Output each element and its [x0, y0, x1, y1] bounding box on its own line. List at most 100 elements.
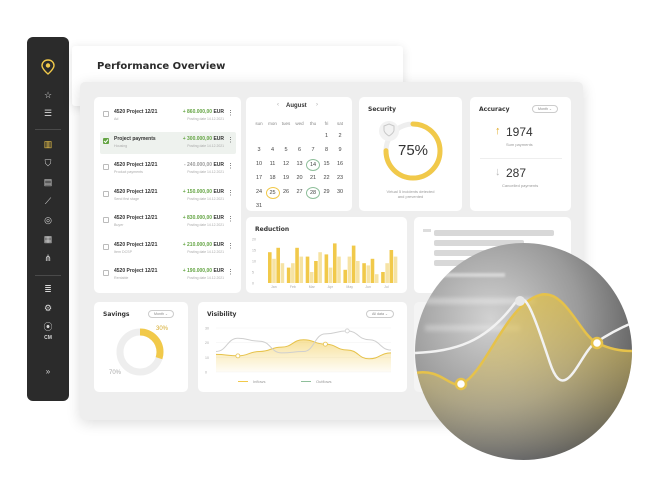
- calendar-day[interactable]: 5: [279, 145, 293, 155]
- book-icon[interactable]: ▥: [27, 139, 69, 149]
- calendar-day[interactable]: 15: [320, 159, 334, 169]
- row-checkbox[interactable]: [103, 190, 109, 197]
- bar: [272, 258, 276, 283]
- calculator-icon[interactable]: ▦: [27, 234, 69, 244]
- savings-filter-select[interactable]: Month ⌄: [148, 310, 175, 318]
- calendar-day[interactable]: 1: [320, 131, 334, 141]
- more-menu-icon[interactable]: ⋮: [227, 189, 234, 197]
- user-initials[interactable]: CM: [27, 333, 69, 343]
- security-note-line2: and prevented: [397, 194, 424, 199]
- more-menu-icon[interactable]: ⋮: [227, 162, 234, 170]
- calendar-day[interactable]: 3: [252, 145, 266, 155]
- project-row[interactable]: 4520 Project 12/21 Ad + 860.000,00 EUR Post…: [100, 105, 236, 127]
- row-checkbox[interactable]: [103, 111, 109, 117]
- calendar-day[interactable]: 22: [320, 173, 334, 183]
- amount-value: 860.000,00: [187, 109, 213, 115]
- project-amount: + 830.000,00 EUR: [183, 215, 224, 221]
- calendar-day[interactable]: 21: [306, 173, 320, 183]
- document-icon[interactable]: ▤: [27, 177, 69, 187]
- amount-value: 150.000,00: [187, 188, 213, 195]
- calendar-day[interactable]: 6: [293, 145, 307, 155]
- cancelled-payments-value: 287: [506, 166, 527, 180]
- database-icon[interactable]: ≣: [27, 284, 69, 294]
- project-row[interactable]: 4520 Project 12/21 Send first stage + 150.…: [100, 185, 236, 207]
- y-tick-label: 20: [252, 238, 256, 242]
- more-menu-icon[interactable]: ⋮: [227, 136, 234, 144]
- weekday-label: tues: [281, 121, 291, 126]
- bar: [276, 247, 280, 283]
- calendar-day[interactable]: 2: [333, 131, 347, 141]
- bar: [318, 252, 322, 283]
- calendar-day[interactable]: 4: [266, 145, 280, 155]
- calendar-day[interactable]: 13: [293, 159, 307, 169]
- security-percent: 75%: [397, 142, 429, 159]
- list-icon[interactable]: ☰: [27, 108, 69, 118]
- location-icon[interactable]: ⦿: [27, 322, 69, 332]
- expand-sidebar-button[interactable]: »: [27, 367, 69, 377]
- bar: [343, 269, 348, 283]
- calendar-day[interactable]: 11: [266, 159, 280, 169]
- calendar-day[interactable]: 12: [279, 159, 293, 169]
- calendar-day[interactable]: 31: [252, 201, 266, 211]
- amount-sign: +: [182, 268, 186, 274]
- calendar-day[interactable]: 28: [306, 187, 320, 199]
- accuracy-filter-select[interactable]: Month ⌄: [532, 105, 559, 113]
- calendar-day[interactable]: 20: [293, 173, 307, 183]
- more-menu-icon[interactable]: ⋮: [227, 215, 234, 223]
- calendar-day[interactable]: 9: [333, 145, 347, 155]
- row-checkbox[interactable]: [103, 164, 109, 170]
- calendar-day[interactable]: 7: [306, 145, 320, 155]
- calendar-day[interactable]: 30: [333, 187, 347, 197]
- calendar-day[interactable]: 24: [252, 187, 266, 197]
- coins-icon[interactable]: ◎: [27, 215, 69, 225]
- more-menu-icon[interactable]: ⋮: [227, 242, 234, 250]
- gear-icon[interactable]: ⚙: [27, 303, 69, 313]
- calendar-day[interactable]: 10: [252, 159, 266, 169]
- x-tick-label: May: [346, 285, 353, 289]
- x-tick-label: Jul: [384, 285, 389, 289]
- bar: [374, 274, 379, 283]
- more-menu-icon[interactable]: ⋮: [227, 109, 234, 117]
- row-checkbox[interactable]: [103, 217, 109, 223]
- calendar-day[interactable]: 25: [265, 187, 280, 199]
- amount-currency: EUR: [213, 241, 224, 248]
- calendar-day[interactable]: 8: [320, 145, 334, 155]
- calendar-day[interactable]: 16: [333, 159, 347, 169]
- row-checkbox[interactable]: [103, 270, 109, 276]
- calendar-day[interactable]: 29: [320, 187, 334, 197]
- project-row[interactable]: 4520 Project 12/21 Product payments - 240.…: [100, 158, 236, 180]
- more-menu-icon[interactable]: ⋮: [227, 268, 234, 276]
- star-icon[interactable]: ☆: [27, 90, 69, 100]
- calendar-day[interactable]: 17: [252, 173, 266, 183]
- next-month-button[interactable]: ›: [316, 102, 318, 108]
- bar: [347, 256, 352, 283]
- share-icon[interactable]: ⋔: [27, 253, 69, 263]
- calendar-day[interactable]: 19: [279, 173, 293, 183]
- project-row[interactable]: Project payments Housing + 300.000,00 EUR P…: [100, 131, 236, 154]
- bar: [291, 263, 295, 283]
- chart-icon[interactable]: ⟋: [27, 196, 69, 206]
- logo-icon[interactable]: [27, 59, 69, 77]
- project-subtitle: Product payments: [114, 170, 143, 174]
- row-checkbox[interactable]: [103, 243, 109, 250]
- project-row[interactable]: 4520 Project 12/21 Buyer + 830.000,00 EUR P…: [100, 211, 236, 233]
- x-tick-label: Feb: [290, 285, 296, 289]
- sidebar: ☆ ☰ ▥ ⛉ ▤ ⟋ ◎ ▦ ⋔ ≣ ⚙ ⦿ CM »: [27, 37, 69, 401]
- y-tick-label: 20: [205, 341, 209, 345]
- calendar-day[interactable]: 26: [279, 187, 293, 197]
- bar: [356, 261, 360, 283]
- posting-date: Posting date 14.12.2021: [187, 117, 224, 121]
- row-checkbox[interactable]: [103, 137, 109, 144]
- amount-currency: EUR: [213, 109, 224, 115]
- calendar-day[interactable]: 27: [293, 187, 307, 197]
- shield-icon[interactable]: ⛉: [27, 158, 69, 168]
- calendar-day[interactable]: 23: [333, 173, 347, 183]
- prev-month-button[interactable]: ‹: [277, 102, 279, 108]
- project-row[interactable]: 4520 Project 12/21 Rentable + 190.000,00 E…: [100, 264, 236, 286]
- project-row[interactable]: 4520 Project 12/21 Item DCSP + 210.000,00 …: [100, 238, 236, 260]
- calendar-day[interactable]: 18: [266, 173, 280, 183]
- calendar-day[interactable]: 14: [306, 159, 320, 171]
- legend-outflows-swatch: [301, 381, 311, 382]
- amount-currency: EUR: [213, 215, 224, 221]
- accuracy-filter-label: Month: [538, 107, 548, 111]
